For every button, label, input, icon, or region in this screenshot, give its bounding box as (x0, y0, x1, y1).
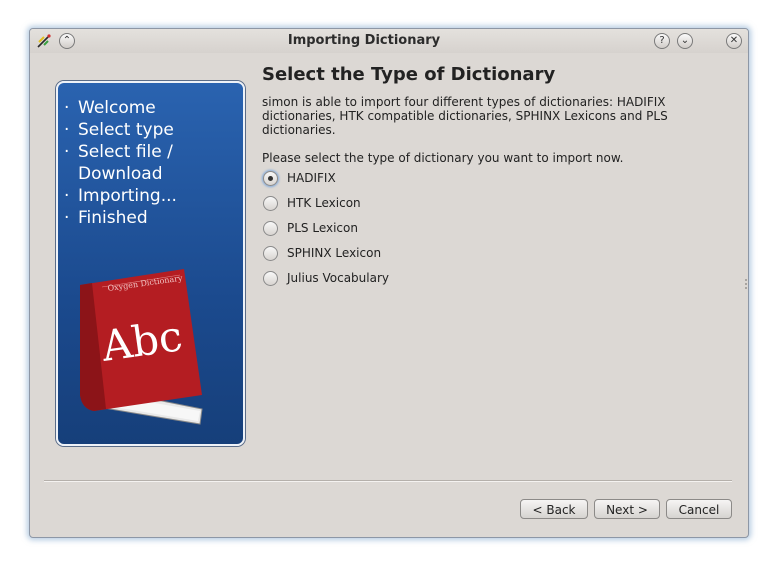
option-label[interactable]: HTK Lexicon (287, 196, 361, 210)
close-button[interactable]: ✕ (726, 33, 742, 49)
step-label: Select type (78, 120, 174, 140)
step-bullet: · (64, 120, 70, 140)
dictionary-book-icon: Oxygen Dictionary Abc (80, 269, 203, 425)
minimize-button[interactable]: ⌄ (677, 33, 693, 49)
step-bullet: · (64, 208, 70, 228)
button-separator (44, 480, 732, 482)
radio-button[interactable] (263, 270, 278, 286)
next-button[interactable]: Next > (594, 499, 660, 519)
step-label: Importing... (78, 186, 177, 206)
wizard-step: · Select type (64, 119, 177, 141)
page-description: simon is able to import four different t… (262, 95, 668, 137)
radio-button[interactable] (263, 195, 278, 211)
option-label[interactable]: Julius Vocabulary (287, 271, 389, 285)
option-label[interactable]: PLS Lexicon (287, 221, 358, 235)
steps-list: · Welcome · Select type · Select file / Downlo… (64, 97, 177, 229)
chevron-down-icon: ⌄ (680, 35, 690, 46)
step-label: Select file / (78, 142, 173, 162)
step-bullet: · (64, 98, 70, 118)
dictionary-type-option[interactable]: Julius Vocabulary (263, 268, 389, 288)
back-button[interactable]: < Back (520, 499, 588, 519)
radio-button[interactable] (263, 220, 278, 236)
help-button[interactable]: ? (654, 33, 670, 49)
step-label: Download (78, 164, 163, 184)
dictionary-type-option[interactable]: PLS Lexicon (263, 218, 358, 238)
step-bullet: · (64, 186, 70, 206)
selection-prompt: Please select the type of dictionary you… (262, 151, 624, 165)
radio-button[interactable] (263, 170, 278, 186)
resize-grip[interactable] (745, 279, 747, 291)
window-title: Importing Dictionary (287, 33, 441, 48)
wizard-window: ⌃ Importing Dictionary ? ⌄ ✕ · Welcome · Se… (29, 28, 749, 538)
wizard-steps-panel: · Welcome · Select type · Select file / Downlo… (56, 81, 245, 446)
cancel-button[interactable]: Cancel (666, 499, 732, 519)
wizard-step: · Welcome (64, 97, 177, 119)
help-icon: ? (659, 35, 665, 46)
step-bullet (64, 163, 78, 185)
step-label: Finished (78, 208, 148, 228)
close-icon: ✕ (729, 35, 739, 46)
wizard-step: Download (64, 163, 177, 185)
radio-button[interactable] (263, 245, 278, 261)
step-label: Welcome (78, 98, 156, 118)
dictionary-type-option[interactable]: HADIFIX (263, 168, 336, 188)
wizard-step: · Finished (64, 207, 177, 229)
title-bar[interactable]: ⌃ Importing Dictionary ? ⌄ ✕ (30, 29, 748, 53)
dictionary-type-option[interactable]: HTK Lexicon (263, 193, 361, 213)
wizard-step: · Select file / (64, 141, 177, 163)
option-label[interactable]: HADIFIX (287, 171, 336, 185)
page-title: Select the Type of Dictionary (262, 64, 556, 85)
dictionary-type-option[interactable]: SPHINX Lexicon (263, 243, 381, 263)
wizard-step: · Importing... (64, 185, 177, 207)
option-label[interactable]: SPHINX Lexicon (287, 246, 381, 260)
step-bullet: · (64, 142, 70, 162)
